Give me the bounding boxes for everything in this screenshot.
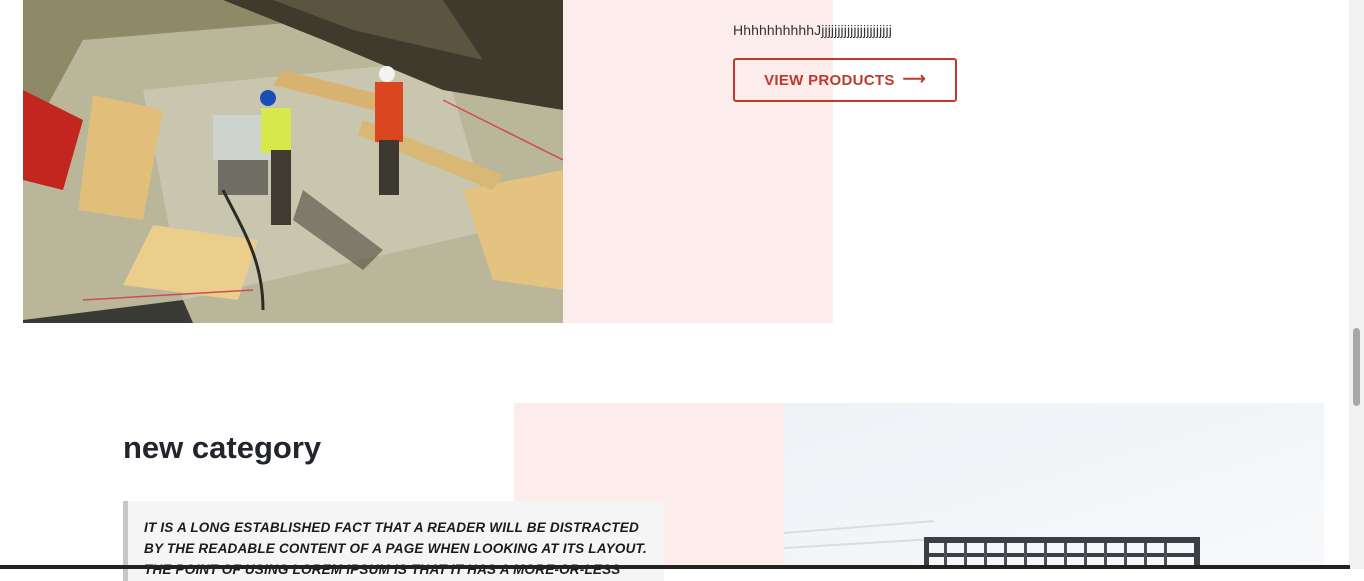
section-description: HhhhhhhhhhJjjjjjjjjjjjjjjjjjjjjjj (733, 22, 892, 38)
decorative-pink-block (563, 0, 833, 323)
building-structure-photo (784, 403, 1324, 569)
construction-workers-photo (23, 0, 563, 323)
category-quote: IT IS A LONG ESTABLISHED FACT THAT A REA… (123, 501, 664, 581)
window-bottom-edge (0, 565, 1350, 569)
view-products-label: VIEW PRODUCTS (764, 71, 895, 89)
page-scrollbar[interactable] (1349, 0, 1364, 569)
category-title: new category (123, 430, 322, 465)
view-products-button[interactable]: VIEW PRODUCTS ⟶ (733, 58, 957, 102)
scrollbar-thumb[interactable] (1353, 328, 1360, 406)
arrow-right-icon: ⟶ (902, 71, 926, 88)
